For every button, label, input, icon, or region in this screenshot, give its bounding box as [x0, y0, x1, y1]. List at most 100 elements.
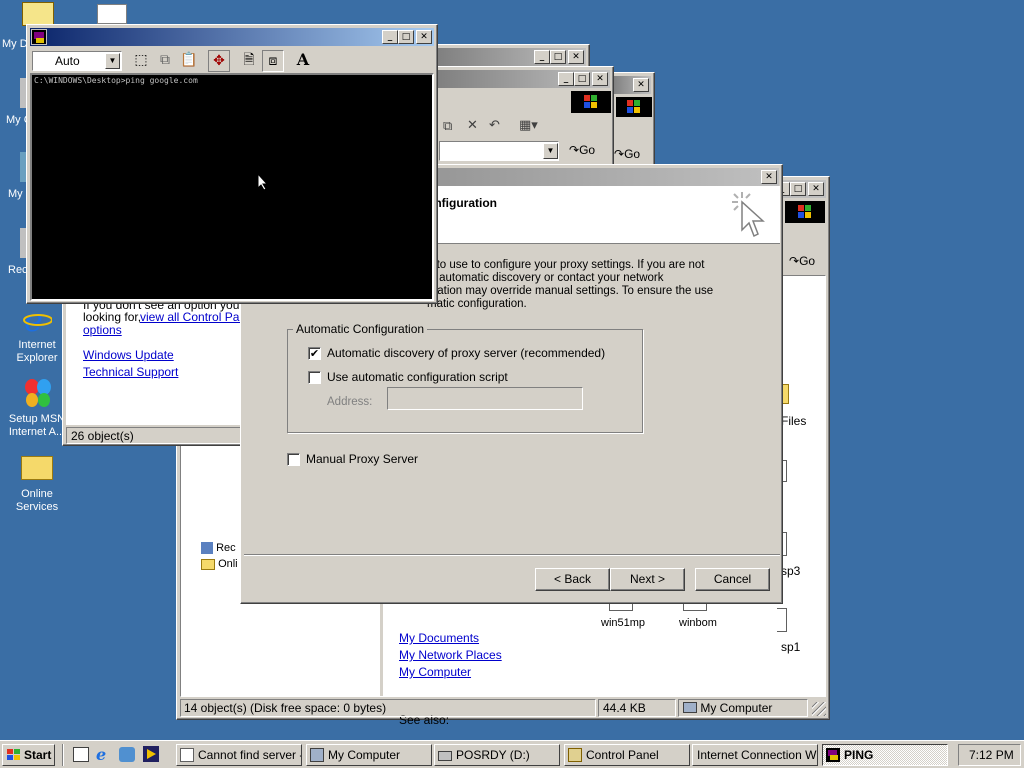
title-bar: _ □ ✕	[438, 48, 586, 66]
views-icon[interactable]: ▦▾	[519, 118, 538, 133]
task-ping[interactable]: PING	[822, 744, 948, 766]
internet-explorer-icon: e	[22, 301, 53, 339]
close-button[interactable]: ✕	[416, 30, 432, 44]
task-my-computer[interactable]: My Computer	[306, 744, 432, 766]
maximize-button[interactable]: □	[398, 30, 414, 44]
file-label[interactable]: sp3	[781, 564, 800, 578]
task-ie[interactable]: Cannot find server -...	[176, 744, 302, 766]
file-label[interactable]: win51mp	[601, 617, 645, 629]
my-computer-icon	[683, 702, 697, 713]
go-button[interactable]: ↷Go	[614, 147, 640, 161]
file-label[interactable]: Files	[781, 414, 806, 428]
background-icon[interactable]: ⧈	[262, 50, 284, 72]
status-bar: 26 object(s)	[66, 427, 250, 444]
undo-icon[interactable]: ↶	[489, 118, 500, 133]
font-icon[interactable]: A	[292, 50, 314, 72]
drive-icon	[438, 751, 452, 761]
email-icon[interactable]	[97, 4, 127, 24]
show-desktop-icon[interactable]	[73, 747, 89, 762]
control-panel-window: If you don't see an option you're lookin…	[62, 290, 255, 446]
explorer-window-1b: _ □ ✕ ⧉ ✕ ↶ ▦▾ ▼ ↷Go	[434, 66, 614, 176]
desktop-label: Online Services	[15, 488, 59, 513]
task-control-panel[interactable]: Control Panel	[564, 744, 690, 766]
auto-config-script-checkbox[interactable]: Use automatic configuration script	[308, 370, 508, 384]
manual-proxy-checkbox[interactable]: Manual Proxy Server	[287, 452, 418, 466]
status-bar: 14 object(s) (Disk free space: 0 bytes) …	[180, 698, 826, 718]
properties-icon[interactable]: 🗎	[238, 50, 260, 72]
options-link[interactable]: options	[83, 323, 122, 337]
see-also-link[interactable]: My Documents	[399, 631, 479, 645]
svg-text:e: e	[24, 304, 43, 334]
wizard-separator	[244, 554, 780, 556]
clock[interactable]: 7:12 PM	[969, 748, 1014, 762]
file-icon	[777, 608, 787, 632]
auto-discovery-checkbox[interactable]: ✔ Automatic discovery of proxy server (r…	[308, 346, 605, 360]
see-also-link[interactable]: My Computer	[399, 665, 471, 679]
msdos-icon[interactable]	[31, 29, 47, 45]
resize-grip-icon[interactable]	[812, 702, 826, 716]
maximize-button[interactable]: □	[574, 72, 590, 86]
maximize-button[interactable]: □	[790, 182, 806, 196]
file-label[interactable]: sp1	[781, 640, 800, 654]
close-button[interactable]: ✕	[592, 72, 608, 86]
technical-support-link[interactable]: Technical Support	[83, 365, 178, 379]
minimize-button[interactable]: _	[534, 50, 550, 64]
tree-item[interactable]: Onli	[201, 558, 238, 570]
view-all-control-panel-link[interactable]: view all Control Panel	[140, 310, 255, 324]
maximize-button[interactable]: □	[550, 50, 566, 64]
go-button[interactable]: ↷Go	[569, 143, 595, 157]
close-button[interactable]: ✕	[808, 182, 824, 196]
copy-to-icon[interactable]: ⧉	[443, 119, 452, 134]
start-button[interactable]: Start	[2, 744, 55, 766]
close-button[interactable]: ✕	[568, 50, 584, 64]
dropdown-arrow-icon[interactable]: ▼	[105, 53, 120, 69]
go-arrow-icon: ↷	[614, 147, 625, 161]
my-computer-icon	[310, 748, 324, 762]
command-line: C:\WINDOWS\Desktop>ping google.com	[34, 76, 198, 85]
address-input[interactable]	[439, 141, 559, 161]
desktop-icon-online-services[interactable]: Online Services	[2, 452, 72, 514]
internet-explorer-icon[interactable]: e	[96, 745, 106, 764]
recycle-bin-icon	[201, 542, 213, 555]
auto-config-script-label: Use automatic configuration script	[327, 370, 508, 384]
title-bar: ✕	[613, 76, 651, 94]
back-button[interactable]: < Back	[535, 568, 610, 591]
paste-icon[interactable]: 📋	[178, 50, 200, 72]
manual-proxy-label: Manual Proxy Server	[306, 452, 419, 466]
media-player-icon[interactable]	[143, 746, 159, 762]
delete-icon[interactable]: ✕	[467, 118, 478, 133]
full-screen-icon[interactable]: ✥	[208, 50, 230, 72]
system-tray: 7:12 PM	[958, 744, 1021, 766]
console-screen[interactable]: C:\WINDOWS\Desktop>ping google.com	[30, 73, 434, 301]
outlook-express-icon[interactable]	[119, 747, 135, 762]
mark-icon[interactable]: ⬚	[130, 50, 152, 72]
go-arrow-icon: ↷	[789, 254, 800, 268]
toolbar: ⧉ ✕ ↶ ▦▾	[439, 117, 609, 139]
go-button[interactable]: ↷Go	[783, 251, 825, 271]
checkbox[interactable]: ✔	[308, 346, 321, 360]
next-button[interactable]: Next >	[610, 568, 685, 591]
font-size-select[interactable]: Auto ▼	[32, 51, 122, 71]
close-button[interactable]: ✕	[761, 170, 777, 184]
minimize-button[interactable]: _	[558, 72, 574, 86]
my-documents-icon	[22, 2, 54, 26]
task-internet-connection-wizard[interactable]: Internet Connection Wi...	[692, 744, 818, 766]
close-button[interactable]: ✕	[633, 78, 649, 92]
file-label[interactable]: winbom	[679, 617, 717, 629]
windows-update-link[interactable]: Windows Update	[83, 348, 174, 362]
msdos-toolbar: Auto ▼ ⬚ ⧉ 📋 ✥ 🗎 ⧈ A	[30, 48, 434, 74]
checkbox[interactable]	[308, 370, 321, 384]
msdos-title-bar: _ □ ✕	[30, 28, 434, 46]
msdos-icon	[826, 748, 840, 762]
cancel-button[interactable]: Cancel	[695, 568, 770, 591]
see-also-link[interactable]: My Network Places	[399, 648, 502, 662]
wizard-cursor-graphic-icon	[730, 190, 770, 240]
address-dropdown-button[interactable]: ▼	[543, 143, 558, 159]
tree-item[interactable]: Rec	[201, 542, 236, 555]
minimize-button[interactable]: _	[382, 30, 398, 44]
address-field[interactable]	[387, 387, 583, 410]
checkbox[interactable]	[287, 452, 300, 466]
msdos-window: _ □ ✕ Auto ▼ ⬚ ⧉ 📋 ✥ 🗎 ⧈ A C:\WINDOWS\Desk…	[26, 24, 438, 304]
task-posrdy[interactable]: POSRDY (D:)	[434, 744, 560, 766]
copy-icon[interactable]: ⧉	[154, 50, 176, 72]
